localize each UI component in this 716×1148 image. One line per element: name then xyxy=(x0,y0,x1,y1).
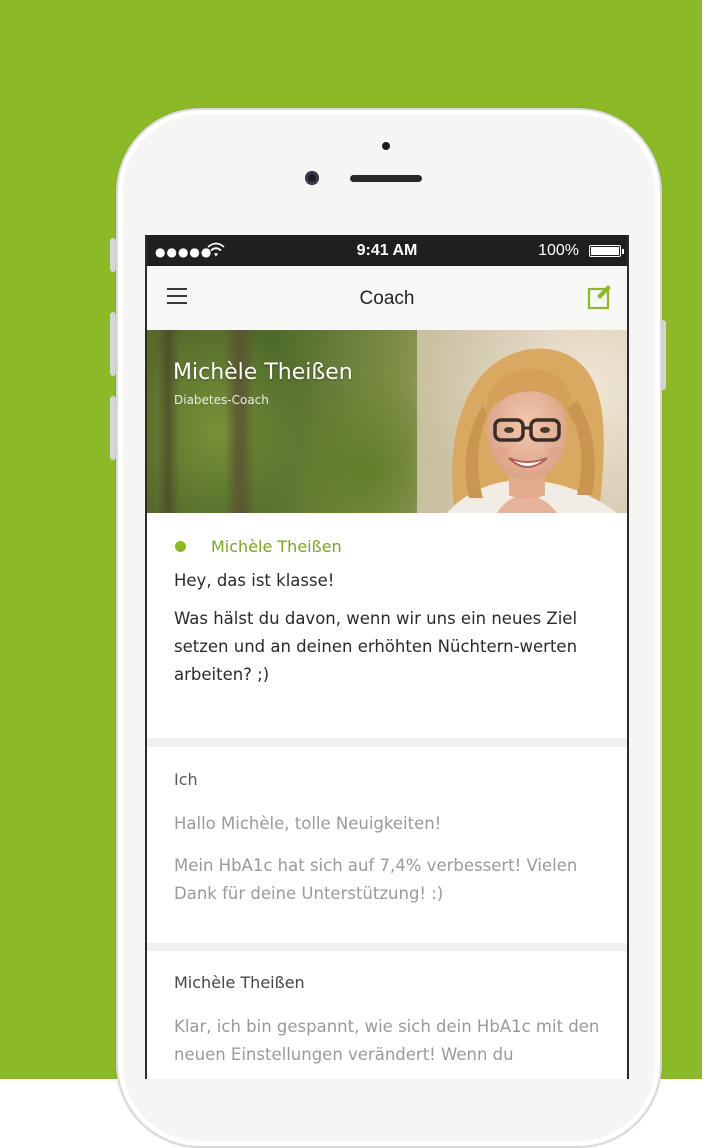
message-card[interactable]: Michèle Theißen Hey, das ist klasse! Was… xyxy=(147,513,627,738)
status-bar: ●●●●● 9:41 AM 100% xyxy=(147,235,627,266)
message-text: Klar, ich bin gespannt, wie sich dein Hb… xyxy=(174,1017,600,1064)
message-text: Mein HbA1c hat sich auf 7,4% verbessert!… xyxy=(174,856,578,903)
page-edge xyxy=(702,0,716,1079)
phone-screen: ●●●●● 9:41 AM 100% Coach Michèle Theißen… xyxy=(145,235,629,1079)
message-card[interactable]: Michèle Theißen Klar, ich bin gespannt, … xyxy=(147,951,627,1079)
coach-portrait-image xyxy=(417,330,627,513)
page-title: Coach xyxy=(359,288,415,309)
online-status-indicator xyxy=(175,541,186,552)
message-author: Michèle Theißen xyxy=(174,973,305,992)
message-text: Hey, das ist klasse! xyxy=(174,571,335,590)
navigation-bar: Coach xyxy=(147,266,627,330)
message-card[interactable]: Ich Hallo Michèle, tolle Neuigkeiten! Me… xyxy=(147,747,627,943)
coach-role: Diabetes-Coach xyxy=(174,393,269,407)
hero-background-tree xyxy=(157,330,179,513)
proximity-sensor xyxy=(382,142,390,150)
battery-percentage: 100% xyxy=(538,242,579,259)
message-author: Michèle Theißen xyxy=(211,537,342,556)
message-text: Was hälst du davon, wenn wir uns ein neu… xyxy=(174,609,578,684)
earpiece-speaker xyxy=(350,175,422,182)
coach-hero-banner: Michèle Theißen Diabetes-Coach xyxy=(147,330,627,513)
hero-background-tree xyxy=(225,330,255,513)
front-camera xyxy=(305,171,319,185)
message-author: Ich xyxy=(174,770,198,789)
compose-icon[interactable] xyxy=(587,284,613,310)
battery-icon xyxy=(589,245,624,257)
message-text: Hallo Michèle, tolle Neuigkeiten! xyxy=(174,814,442,833)
coach-name: Michèle Theißen xyxy=(173,360,353,385)
